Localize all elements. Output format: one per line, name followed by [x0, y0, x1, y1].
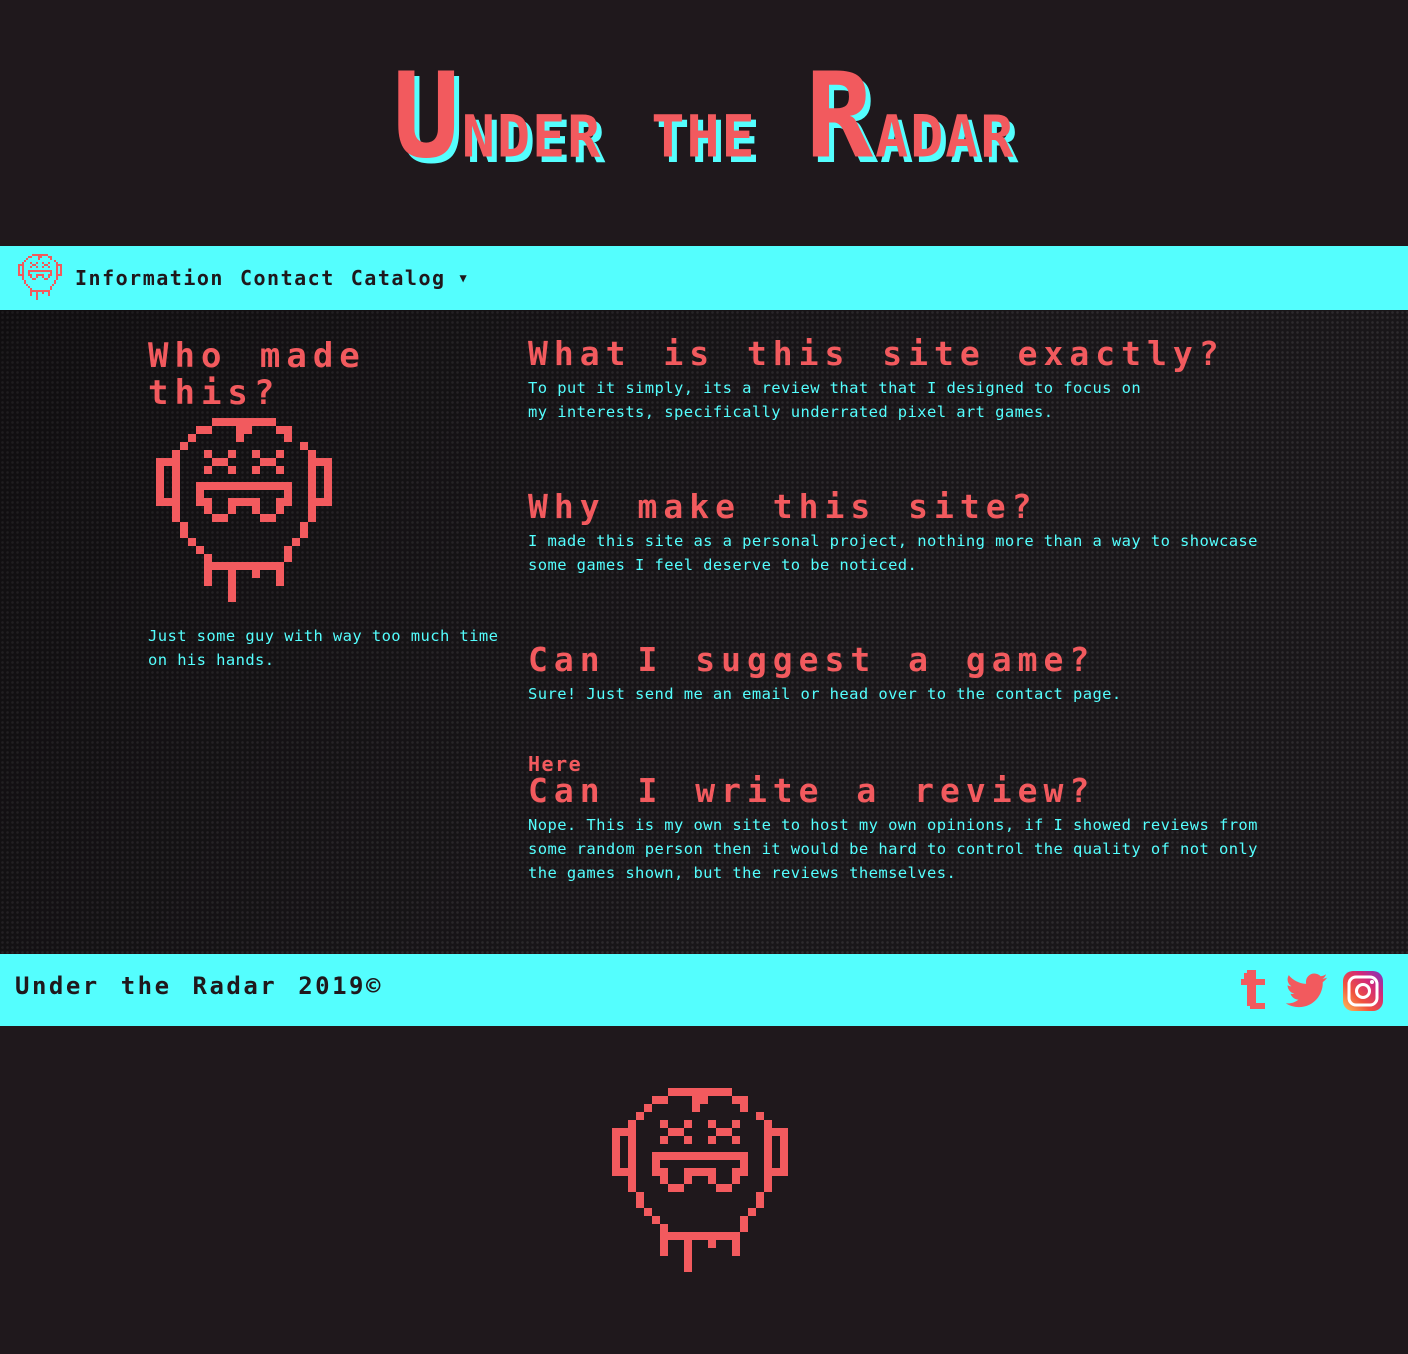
twitter-icon[interactable] [1286, 970, 1328, 1012]
faq-question: What is this site exactly? [528, 334, 1225, 373]
faq-answer: Sure! Just send me an email or head over… [528, 685, 1122, 703]
footer-copyright: Under the Radar 2019© [15, 972, 383, 1000]
faq-question: Can I write a review? [528, 771, 1096, 810]
tumblr-icon[interactable] [1232, 970, 1274, 1012]
site-logo: Under the Radar [0, 48, 1408, 202]
caret-down-icon[interactable]: ▼ [460, 271, 467, 285]
nav-bar: Information Contact Catalog ▼ [0, 246, 1408, 310]
about-caption: Just some guy with way too much time on … [148, 627, 499, 669]
faq-item: Can I suggest a game? Sure! Just send me… [528, 642, 1268, 706]
main-content: Who made this? Just some guy with way to… [0, 310, 1408, 954]
nav-item-catalog[interactable]: Catalog [351, 266, 446, 290]
faq-question: Why make this site? [528, 487, 1038, 526]
skull-face-icon[interactable] [17, 254, 65, 302]
skull-face-icon [612, 1088, 789, 1273]
instagram-icon[interactable] [1342, 970, 1384, 1012]
faq-answer: To put it simply, its a review that that… [528, 379, 1142, 421]
faq-answer: I made this site as a personal project, … [528, 532, 1258, 574]
faq-question: Can I suggest a game? [528, 640, 1096, 679]
skull-face-icon [156, 418, 333, 603]
faq-item: What is this site exactly? To put it sim… [528, 336, 1225, 424]
about-title: Who made this? [148, 336, 366, 413]
site-logo-text: Under the Radar [392, 48, 1016, 185]
nav-item-information[interactable]: Information [75, 266, 224, 290]
footer-bar: Under the Radar 2019© [0, 954, 1408, 1026]
about-column: Who made this? Just some guy with way to… [148, 338, 508, 672]
nav-item-contact[interactable]: Contact [240, 266, 335, 290]
faq-answer: Nope. This is my own site to host my own… [528, 816, 1258, 882]
faq-item: Why make this site? I made this site as … [528, 489, 1268, 577]
faq-item: Can I write a review? Nope. This is my o… [528, 773, 1268, 885]
